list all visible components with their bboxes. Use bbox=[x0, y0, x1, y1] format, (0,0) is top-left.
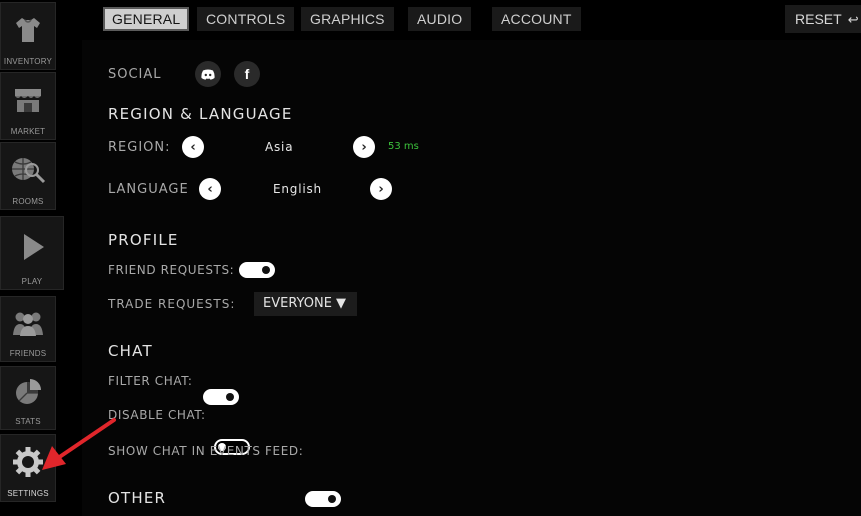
show-chat-toggle[interactable] bbox=[305, 491, 341, 507]
region-next-button[interactable]: › bbox=[353, 136, 375, 158]
undo-icon: ↩ bbox=[847, 12, 859, 27]
filter-chat-label: FILTER CHAT: bbox=[108, 374, 193, 388]
friends-icon bbox=[10, 297, 46, 349]
sidebar-item-inventory[interactable]: INVENTORY bbox=[0, 2, 56, 70]
region-ping: 53 ms bbox=[388, 141, 419, 152]
annotation-arrow-icon bbox=[42, 418, 116, 470]
region-value: Asia bbox=[265, 140, 294, 154]
toggle-knob bbox=[226, 393, 234, 401]
tab-audio[interactable]: AUDIO bbox=[408, 7, 472, 31]
reset-button[interactable]: RESET ↩ bbox=[785, 5, 861, 33]
toggle-knob bbox=[328, 495, 336, 503]
sidebar-label-friends: FRIENDS bbox=[9, 349, 47, 358]
sidebar-label-settings: SETTINGS bbox=[7, 489, 49, 498]
profile-heading: PROFILE bbox=[108, 231, 179, 249]
sidebar-label-market: MARKET bbox=[10, 127, 46, 136]
trade-requests-label: TRADE REQUESTS: bbox=[108, 297, 236, 311]
chevron-left-icon: ‹ bbox=[190, 139, 196, 155]
sidebar-item-friends[interactable]: FRIENDS bbox=[0, 296, 56, 362]
friend-requests-label: FRIEND REQUESTS: bbox=[108, 263, 235, 277]
language-value: English bbox=[273, 182, 322, 196]
tab-general[interactable]: GENERAL bbox=[103, 7, 190, 31]
shirt-icon bbox=[13, 3, 43, 57]
region-prev-button[interactable]: ‹ bbox=[182, 136, 204, 158]
toggle-knob bbox=[262, 266, 270, 274]
market-stall-icon bbox=[12, 73, 44, 127]
play-icon bbox=[17, 217, 47, 277]
sidebar-label-play: PLAY bbox=[21, 277, 43, 286]
tab-graphics[interactable]: GRAPHICS bbox=[301, 7, 394, 31]
sidebar-item-market[interactable]: MARKET bbox=[0, 72, 56, 140]
region-label: REGION: bbox=[108, 140, 171, 155]
disable-chat-label: DISABLE CHAT: bbox=[108, 408, 206, 422]
sidebar-item-play[interactable]: PLAY bbox=[0, 216, 64, 290]
chevron-right-icon: › bbox=[378, 181, 384, 197]
chat-heading: CHAT bbox=[108, 342, 153, 360]
tab-controls[interactable]: CONTROLS bbox=[197, 7, 295, 31]
social-label: SOCIAL bbox=[108, 67, 162, 82]
filter-chat-toggle[interactable] bbox=[203, 389, 239, 405]
sidebar-item-rooms[interactable]: ROOMS bbox=[0, 142, 56, 210]
pie-chart-icon bbox=[13, 367, 43, 417]
friend-requests-toggle[interactable] bbox=[239, 262, 275, 278]
language-label: LANGUAGE bbox=[108, 182, 189, 197]
language-prev-button[interactable]: ‹ bbox=[199, 178, 221, 200]
sidebar-label-inventory: INVENTORY bbox=[3, 57, 53, 66]
language-next-button[interactable]: › bbox=[370, 178, 392, 200]
chevron-left-icon: ‹ bbox=[207, 181, 213, 197]
reset-label: RESET bbox=[795, 11, 842, 27]
region-language-heading: REGION & LANGUAGE bbox=[108, 105, 293, 123]
sidebar-label-rooms: ROOMS bbox=[12, 197, 44, 206]
tab-account[interactable]: ACCOUNT bbox=[492, 7, 581, 31]
other-heading: OTHER bbox=[108, 489, 167, 507]
chevron-right-icon: › bbox=[361, 139, 367, 155]
discord-icon[interactable] bbox=[195, 61, 221, 87]
facebook-icon[interactable]: f bbox=[234, 61, 260, 87]
trade-requests-dropdown[interactable]: EVERYONE ▼ bbox=[254, 292, 358, 316]
globe-search-icon bbox=[8, 143, 48, 197]
show-chat-label: SHOW CHAT IN EVENTS FEED: bbox=[108, 444, 304, 458]
